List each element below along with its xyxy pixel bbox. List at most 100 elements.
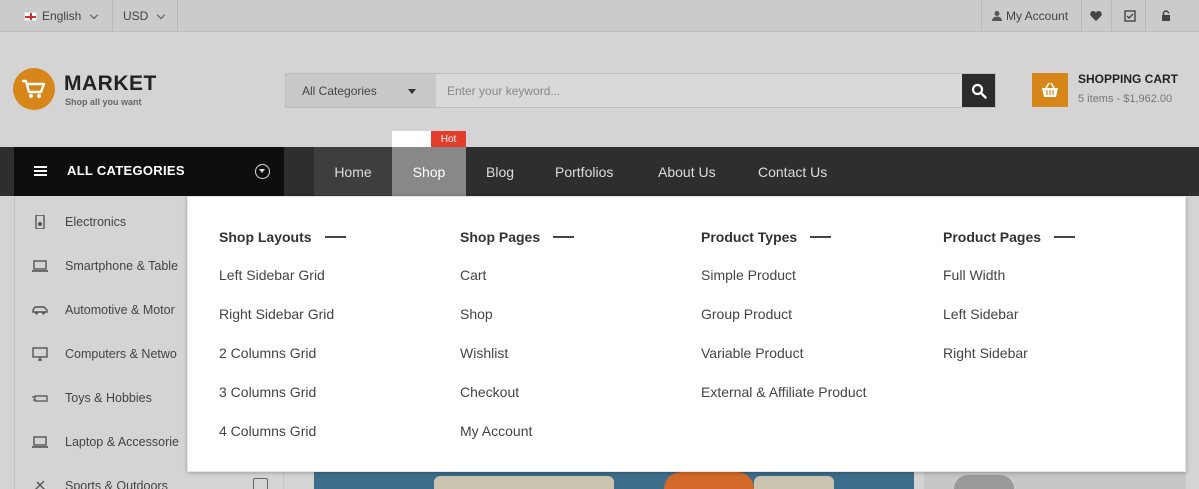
currency-selector[interactable]: USD [123,0,166,32]
checkbox-icon [1124,10,1136,22]
divider [1145,0,1146,32]
logo-tagline: Shop all you want [65,97,142,107]
hero-banner[interactable] [314,472,914,489]
top-bar: English USD My Account [0,0,1199,32]
nav-portfolios[interactable]: Portfolios [535,147,633,196]
all-categories-label: ALL CATEGORIES [67,163,185,178]
menu-link[interactable]: Left Sidebar Grid [219,256,346,295]
sidebar-expand-icon[interactable] [253,478,268,489]
currency-label: USD [123,9,149,23]
shop-mega-menu: Shop Layouts Left Sidebar Grid Right Sid… [187,196,1186,472]
wishlist-button[interactable] [1090,0,1102,32]
column-title: Shop Layouts [219,229,312,245]
menu-column-shop-layouts: Shop Layouts Left Sidebar Grid Right Sid… [219,227,346,451]
menu-link[interactable]: Variable Product [701,334,867,373]
search-bar: All Categories [285,73,996,108]
menu-link[interactable]: Simple Product [701,256,867,295]
chevron-down-icon [157,10,166,19]
checkout-button[interactable] [1124,0,1136,32]
cart-summary: 5 items - $1,962.00 [1078,93,1173,105]
my-account-label: My Account [1006,9,1069,23]
menu-link[interactable]: 2 Columns Grid [219,334,346,373]
login-button[interactable] [1160,0,1172,32]
language-selector[interactable]: English [24,0,99,32]
laptop-icon [32,436,48,448]
divider [1081,0,1082,32]
electronics-icon [35,215,45,229]
search-input[interactable] [436,74,964,107]
menu-link[interactable]: Right Sidebar Grid [219,295,346,334]
menu-link[interactable]: Right Sidebar [943,334,1075,373]
sports-icon [35,480,45,489]
menu-column-product-types: Product Types Simple Product Group Produ… [701,227,867,412]
menu-link[interactable]: Left Sidebar [943,295,1075,334]
my-account-link[interactable]: My Account [991,0,1068,32]
sidebar-item-label: Electronics [65,215,127,229]
heart-icon [1090,11,1102,21]
search-button[interactable] [962,74,995,107]
nav-blog[interactable]: Blog [466,147,534,196]
side-banner[interactable] [924,472,1186,489]
logo-icon[interactable] [13,68,55,110]
sidebar-item-label: Smartphone & Table [65,259,179,273]
divider [177,0,178,32]
language-label: English [42,9,82,23]
chevron-down-icon [90,10,99,19]
caret-down-icon [408,89,416,94]
column-title: Shop Pages [460,229,541,245]
menu-icon [34,166,47,178]
sidebar-item-label: Toys & Hobbies [65,391,152,405]
menu-link[interactable]: Group Product [701,295,867,334]
sidebar-item-label: Automotive & Motor [65,303,175,317]
nav-contact-us[interactable]: Contact Us [738,147,847,196]
divider [810,236,832,238]
menu-link[interactable]: External & Affiliate Product [701,373,867,412]
toy-icon [32,395,48,402]
uk-flag-icon [24,11,37,21]
sidebar-item-label: Laptop & Accessorie [65,435,179,449]
menu-link[interactable]: Shop [460,295,574,334]
divider [112,0,113,32]
cart-button[interactable] [1032,73,1068,107]
column-heading: Product Types [701,227,867,247]
search-icon [971,83,987,99]
sidebar-item-label: Computers & Netwo [65,347,177,361]
search-category-select[interactable]: All Categories [286,74,436,107]
nav-shop[interactable]: Shop [392,147,466,196]
menu-link[interactable]: 4 Columns Grid [219,412,346,451]
lock-icon [1162,10,1170,21]
user-icon [992,11,1002,21]
hot-badge-container: Hot [392,131,466,147]
menu-link[interactable]: Checkout [460,373,574,412]
menu-link[interactable]: Cart [460,256,574,295]
menu-column-product-pages: Product Pages Full Width Left Sidebar Ri… [943,227,1076,373]
menu-link[interactable]: Full Width [943,256,1075,295]
menu-link[interactable]: 3 Columns Grid [219,373,346,412]
column-heading: Shop Pages [460,227,575,247]
monitor-icon [32,347,48,361]
search-category-label: All Categories [302,83,377,98]
all-categories-button[interactable]: ALL CATEGORIES [14,147,284,196]
menu-link[interactable]: My Account [460,412,574,451]
menu-column-shop-pages: Shop Pages Cart Shop Wishlist Checkout M… [460,227,575,451]
column-heading: Product Pages [943,227,1076,247]
car-icon [32,306,48,315]
divider [553,236,575,238]
basket-icon [1042,82,1058,97]
menu-link[interactable]: Wishlist [460,334,574,373]
nav-home[interactable]: Home [314,147,392,196]
divider [1054,236,1076,238]
column-title: Product Types [701,229,798,245]
logo-title[interactable]: MARKET [64,72,157,96]
column-heading: Shop Layouts [219,227,346,247]
divider [324,236,346,238]
laptop-icon [32,260,48,272]
cart-title[interactable]: SHOPPING CART [1078,72,1178,86]
hot-badge: Hot [431,131,466,147]
divider [981,0,982,32]
sidebar-item-label: Sports & Outdoors [65,479,168,489]
circle-chevron-down-icon [255,164,270,179]
column-title: Product Pages [943,229,1042,245]
nav-about-us[interactable]: About Us [638,147,736,196]
divider [1111,0,1112,32]
